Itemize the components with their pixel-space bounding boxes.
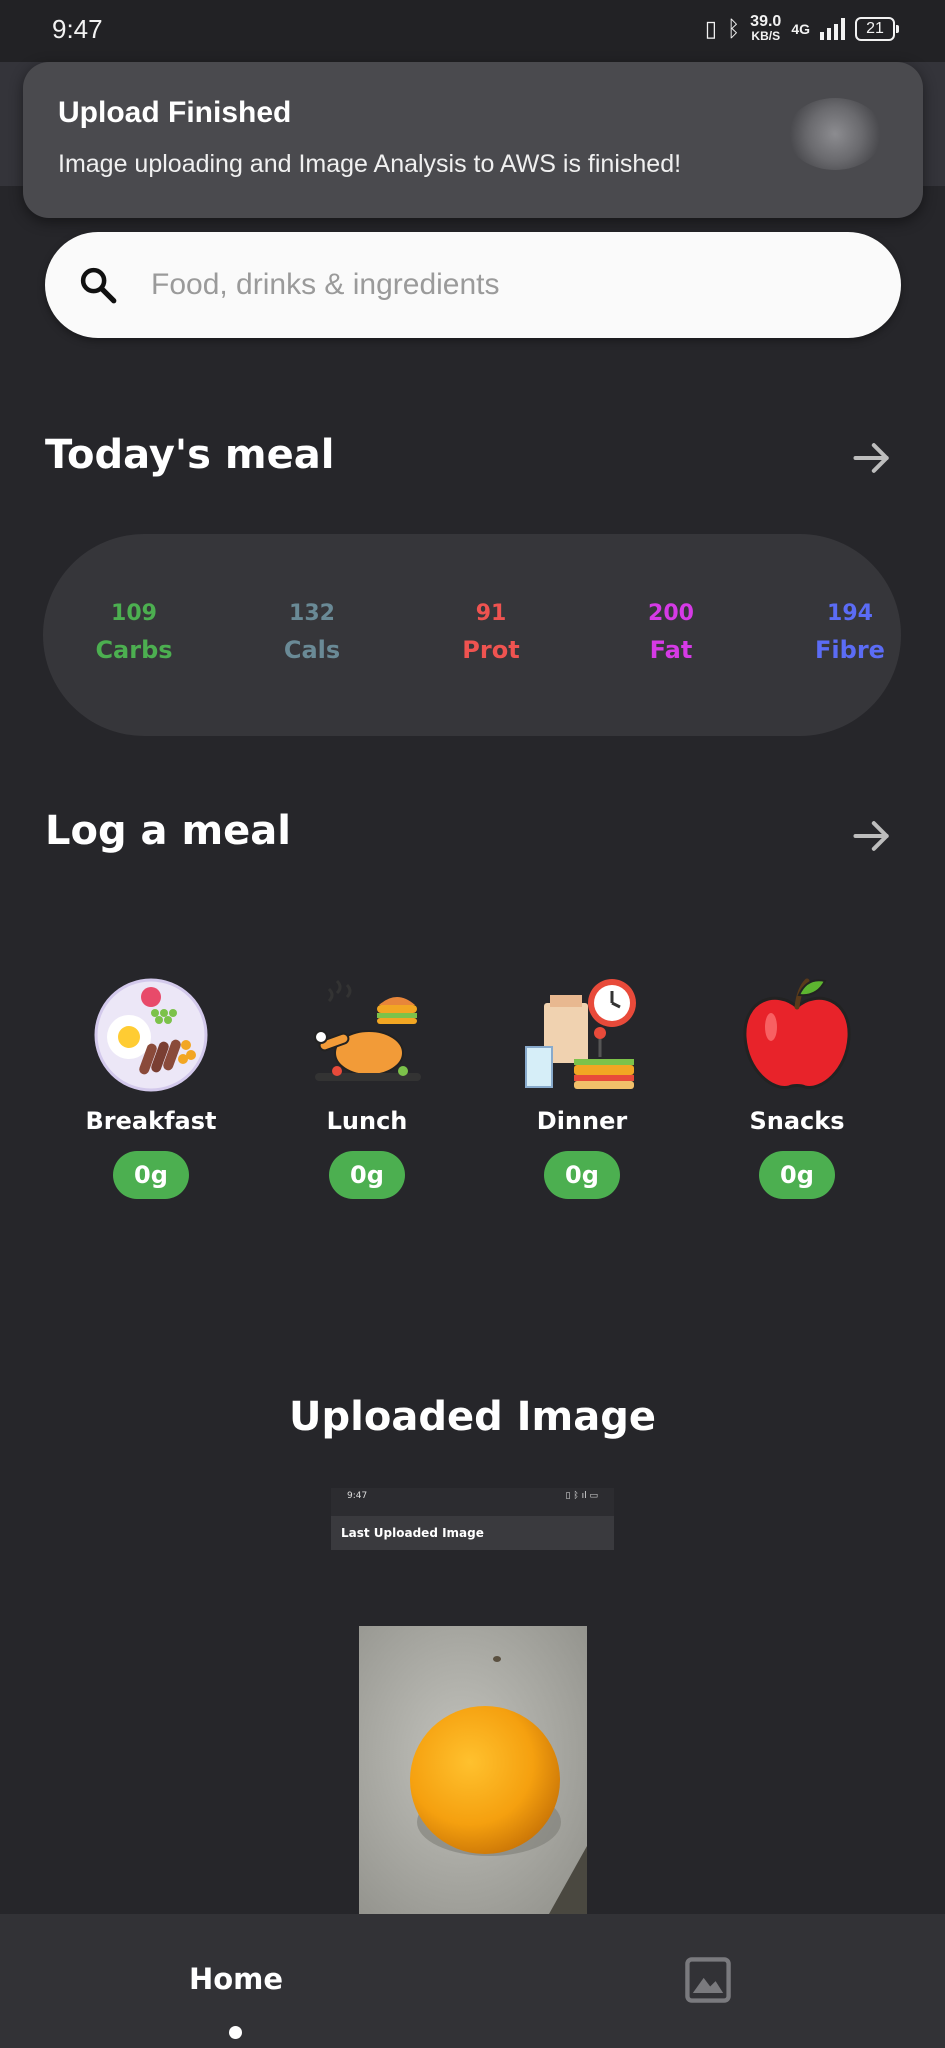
search-bar[interactable]: [45, 232, 901, 338]
meal-dinner[interactable]: Dinner 0g: [492, 975, 672, 1199]
macro-summary-card: 109 Carbs 132 Cals 91 Prot 200 Fat 194 F…: [43, 534, 901, 736]
uploaded-screenshot: 9:47 ▯ ᛒ ıl ▭ Last Uploaded Image: [331, 1488, 614, 1550]
macro-label: Cals: [283, 636, 341, 664]
notification-app-icon: [787, 98, 883, 170]
upload-notification[interactable]: Upload Finished Image uploading and Imag…: [23, 62, 923, 218]
nav-home-tab[interactable]: Home: [0, 1914, 472, 2048]
macro-fat: 200 Fat: [601, 598, 741, 670]
status-icons: ▯ ᛒ 39.0 KB/S 4G 21: [704, 13, 899, 44]
todays-meal-arrow-icon[interactable]: [850, 436, 894, 480]
bluetooth-icon: ᛒ: [726, 16, 741, 41]
dinner-clock-icon: [525, 979, 636, 1089]
vibrate-icon: ▯: [704, 16, 717, 41]
macro-label: Fat: [649, 636, 693, 664]
macro-value: 132: [289, 601, 335, 626]
log-meal-arrow-icon[interactable]: [850, 814, 894, 858]
embedded-time: 9:47: [347, 1491, 368, 1501]
search-input[interactable]: [151, 256, 871, 314]
meal-label: Snacks: [749, 1107, 845, 1135]
image-icon: [685, 1957, 731, 2003]
apple-icon: [743, 978, 851, 1089]
nav-active-indicator: [229, 2026, 242, 2039]
meal-amount-badge: 0g: [113, 1151, 189, 1199]
macro-label: Carbs: [95, 636, 173, 664]
signal-icon: [820, 18, 845, 40]
embedded-title: Last Uploaded Image: [341, 1526, 484, 1540]
todays-meal-title: Today's meal: [45, 432, 335, 478]
breakfast-plate-icon: [94, 978, 208, 1092]
status-time: 9:47: [52, 14, 103, 44]
bottom-navigation: Home: [0, 1914, 945, 2048]
uploaded-orange-photo: [359, 1626, 587, 1914]
macro-cals: 132 Cals: [242, 598, 382, 670]
meal-snacks[interactable]: Snacks 0g: [707, 975, 887, 1199]
notification-title: Upload Finished: [58, 96, 292, 129]
macro-label: Fibre: [815, 636, 885, 664]
nav-gallery-tab[interactable]: [472, 1914, 945, 2048]
macro-carbs: 109 Carbs: [64, 598, 204, 670]
meal-amount-badge: 0g: [759, 1151, 835, 1199]
macro-fibre: 194 Fibre: [780, 598, 920, 670]
embedded-status-icons: ▯ ᛒ ıl ▭: [565, 1491, 598, 1501]
meal-amount-badge: 0g: [544, 1151, 620, 1199]
meal-label: Lunch: [326, 1107, 408, 1135]
macro-value: 200: [648, 601, 694, 626]
macro-value: 109: [111, 601, 157, 626]
meal-label: Breakfast: [85, 1107, 217, 1135]
meal-breakfast[interactable]: Breakfast 0g: [61, 975, 241, 1199]
search-icon: [80, 267, 117, 304]
network-speed: 39.0 KB/S: [750, 13, 782, 44]
log-meal-title: Log a meal: [45, 808, 291, 854]
macro-prot: 91 Prot: [421, 598, 561, 670]
roast-chicken-icon: [314, 979, 421, 1081]
meal-lunch[interactable]: Lunch 0g: [277, 975, 457, 1199]
notification-body: Image uploading and Image Analysis to AW…: [58, 150, 682, 178]
uploaded-image-title: Uploaded Image: [289, 1394, 656, 1440]
meal-amount-badge: 0g: [329, 1151, 405, 1199]
status-bar: 9:47 ▯ ᛒ 39.0 KB/S 4G 21: [0, 0, 945, 62]
embedded-status-bar: 9:47 ▯ ᛒ ıl ▭: [331, 1488, 614, 1504]
macro-value: 194: [827, 601, 873, 626]
embedded-app-bar: Last Uploaded Image: [331, 1516, 614, 1550]
network-type: 4G: [791, 21, 810, 37]
battery-icon: 21: [855, 17, 899, 41]
nav-home-label: Home: [188, 1962, 284, 1996]
macro-value: 91: [475, 601, 507, 626]
macro-label: Prot: [462, 636, 520, 664]
meal-label: Dinner: [536, 1107, 628, 1135]
